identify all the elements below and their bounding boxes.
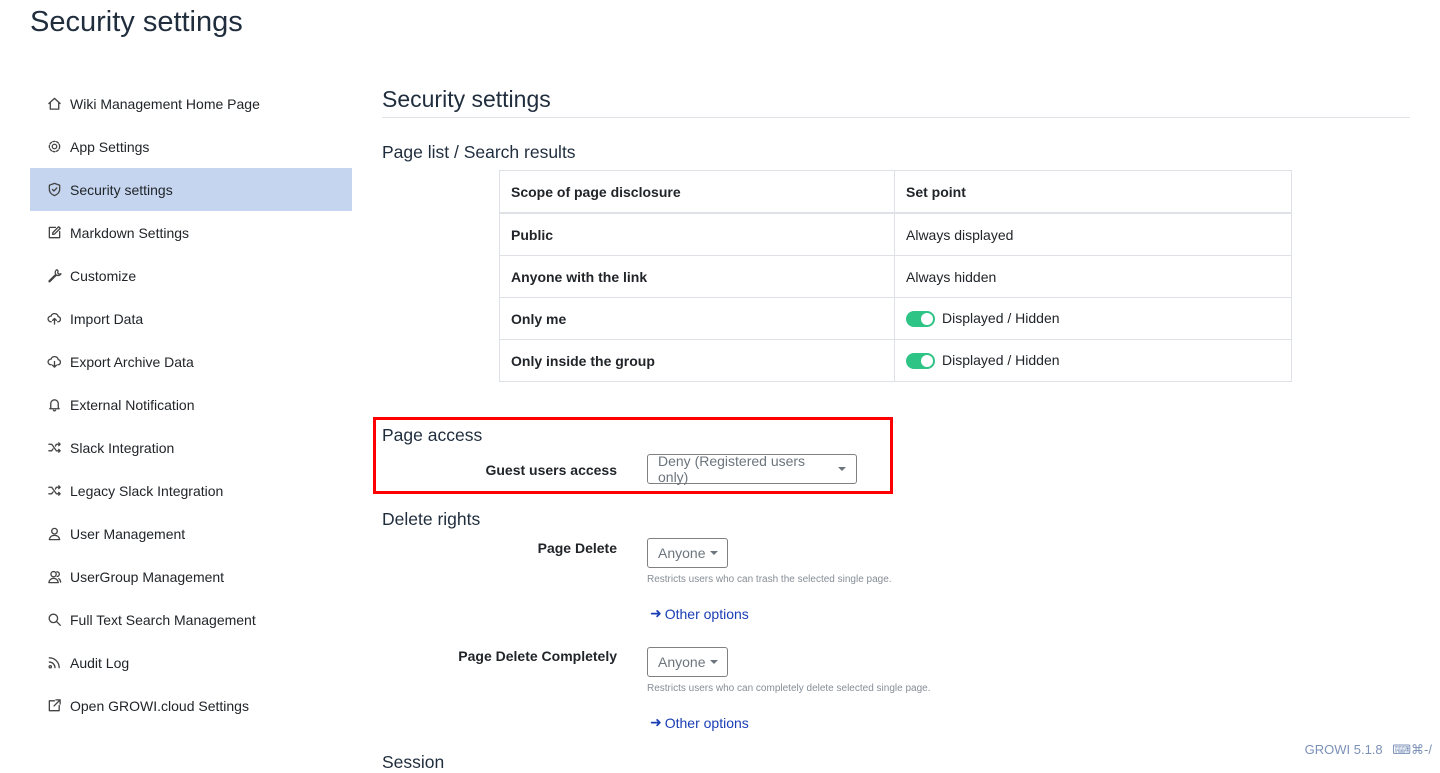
wrench-icon bbox=[46, 268, 62, 284]
value-cell: Always displayed bbox=[894, 212, 1292, 256]
gear-icon bbox=[46, 139, 62, 155]
caret-down-icon bbox=[710, 551, 719, 555]
shield-icon bbox=[46, 182, 62, 198]
edit-icon bbox=[46, 225, 62, 241]
sidebar-item-search-management[interactable]: Full Text Search Management bbox=[30, 598, 352, 641]
caret-down-icon bbox=[838, 467, 846, 471]
page-access-heading: Page access bbox=[382, 425, 483, 445]
value-cell: Always hidden bbox=[894, 255, 1292, 298]
page-delete-label: Page Delete bbox=[537, 540, 617, 556]
table-row: Only inside the group Displayed / Hidden bbox=[499, 339, 1292, 382]
sidebar-item-label: Markdown Settings bbox=[70, 224, 190, 241]
admin-sidebar: Wiki Management Home Page App Settings S… bbox=[30, 82, 352, 727]
cloud-upload-icon bbox=[46, 311, 62, 327]
visibility-toggle[interactable] bbox=[906, 353, 935, 370]
cloud-download-icon bbox=[46, 354, 62, 370]
toggle-label: Displayed / Hidden bbox=[942, 351, 1060, 368]
sidebar-item-label: Open GROWI.cloud Settings bbox=[70, 697, 249, 714]
sidebar-item-home[interactable]: Wiki Management Home Page bbox=[30, 82, 352, 125]
sidebar-item-label: Legacy Slack Integration bbox=[70, 482, 224, 499]
table-header-row: Scope of page disclosure Set point bbox=[499, 170, 1292, 214]
sidebar-item-label: Audit Log bbox=[70, 654, 130, 671]
sidebar-item-security[interactable]: Security settings bbox=[30, 168, 352, 211]
external-link-icon bbox=[46, 698, 62, 714]
dropdown-value: Anyone bbox=[658, 545, 706, 561]
user-icon bbox=[46, 526, 62, 542]
keyboard-icon[interactable]: ⌨ bbox=[1392, 742, 1411, 757]
page-title: Security settings bbox=[30, 6, 243, 38]
sidebar-item-import[interactable]: Import Data bbox=[30, 297, 352, 340]
dropdown-value: Deny (Registered users only) bbox=[658, 453, 806, 485]
scope-cell: Anyone with the link bbox=[499, 255, 895, 298]
other-options-link[interactable]: ➜ Other options bbox=[650, 605, 749, 622]
scope-cell: Only inside the group bbox=[499, 339, 895, 382]
section-heading: Security settings bbox=[382, 86, 1410, 118]
sidebar-item-customize[interactable]: Customize bbox=[30, 254, 352, 297]
sidebar-item-user-management[interactable]: User Management bbox=[30, 512, 352, 555]
page-delete-completely-help: Restricts users who can completely delet… bbox=[647, 683, 931, 694]
sidebar-item-growi-cloud[interactable]: Open GROWI.cloud Settings bbox=[30, 684, 352, 727]
sidebar-item-label: External Notification bbox=[70, 396, 195, 413]
table-row: Public Always displayed bbox=[499, 212, 1292, 256]
sidebar-item-label: Full Text Search Management bbox=[70, 611, 256, 628]
visibility-toggle[interactable] bbox=[906, 311, 935, 328]
session-heading: Session bbox=[382, 752, 445, 772]
delete-rights-heading: Delete rights bbox=[382, 509, 481, 529]
page-delete-help: Restricts users who can trash the select… bbox=[647, 574, 892, 585]
value-cell: Displayed / Hidden bbox=[894, 297, 1292, 340]
sidebar-item-label: Import Data bbox=[70, 310, 144, 327]
table-header: Set point bbox=[894, 170, 1292, 214]
page-delete-completely-dropdown[interactable]: Anyone bbox=[647, 647, 728, 677]
sidebar-item-label: Wiki Management Home Page bbox=[70, 95, 260, 112]
shuffle-icon bbox=[46, 440, 62, 456]
users-icon bbox=[46, 569, 62, 585]
other-options-link[interactable]: ➜ Other options bbox=[650, 714, 749, 731]
table-row: Only me Displayed / Hidden bbox=[499, 297, 1292, 340]
table-row: Anyone with the link Always hidden bbox=[499, 255, 1292, 298]
link-label: Other options bbox=[664, 605, 749, 622]
page-delete-dropdown[interactable]: Anyone bbox=[647, 538, 728, 568]
sidebar-item-label: User Management bbox=[70, 525, 186, 542]
sidebar-item-markdown[interactable]: Markdown Settings bbox=[30, 211, 352, 254]
dropdown-value: Anyone bbox=[658, 654, 706, 670]
page-delete-completely-label: Page Delete Completely bbox=[458, 648, 617, 664]
sidebar-item-label: Customize bbox=[70, 267, 137, 284]
table-header: Scope of page disclosure bbox=[499, 170, 895, 214]
sidebar-item-label: Export Archive Data bbox=[70, 353, 194, 370]
home-icon bbox=[46, 96, 62, 112]
version-footer: GROWI 5.1.8 ⌨⌘-/ bbox=[1305, 742, 1432, 758]
page-list-heading: Page list / Search results bbox=[382, 142, 576, 162]
sidebar-item-audit-log[interactable]: Audit Log bbox=[30, 641, 352, 684]
search-icon bbox=[46, 612, 62, 628]
sidebar-item-external-notification[interactable]: External Notification bbox=[30, 383, 352, 426]
link-label: Other options bbox=[664, 714, 749, 731]
sidebar-item-label: UserGroup Management bbox=[70, 568, 225, 585]
sidebar-item-label: Slack Integration bbox=[70, 439, 175, 456]
toggle-label: Displayed / Hidden bbox=[942, 309, 1060, 326]
bell-icon bbox=[46, 397, 62, 413]
sidebar-item-usergroup[interactable]: UserGroup Management bbox=[30, 555, 352, 598]
scope-cell: Only me bbox=[499, 297, 895, 340]
sidebar-item-legacy-slack[interactable]: Legacy Slack Integration bbox=[30, 469, 352, 512]
scope-table: Scope of page disclosure Set point Publi… bbox=[499, 170, 1292, 382]
version-label: GROWI 5.1.8 bbox=[1304, 742, 1383, 757]
caret-down-icon bbox=[710, 660, 719, 664]
value-cell: Displayed / Hidden bbox=[894, 339, 1292, 382]
guest-access-dropdown[interactable]: Deny (Registered users only) bbox=[647, 453, 857, 485]
shuffle-icon bbox=[46, 483, 62, 499]
guest-access-label: Guest users access bbox=[485, 462, 617, 478]
arrow-right-icon: ➜ bbox=[650, 714, 662, 730]
sidebar-item-label: Security settings bbox=[70, 181, 173, 198]
shortcut-hint[interactable]: ⌘-/ bbox=[1411, 742, 1432, 757]
sidebar-item-export[interactable]: Export Archive Data bbox=[30, 340, 352, 383]
arrow-right-icon: ➜ bbox=[650, 605, 662, 621]
scope-cell: Public bbox=[499, 212, 895, 256]
rss-icon bbox=[46, 655, 62, 671]
sidebar-item-slack[interactable]: Slack Integration bbox=[30, 426, 352, 469]
sidebar-item-app-settings[interactable]: App Settings bbox=[30, 125, 352, 168]
main-content: Security settings Page list / Search res… bbox=[382, 86, 1410, 382]
sidebar-item-label: App Settings bbox=[70, 138, 150, 155]
